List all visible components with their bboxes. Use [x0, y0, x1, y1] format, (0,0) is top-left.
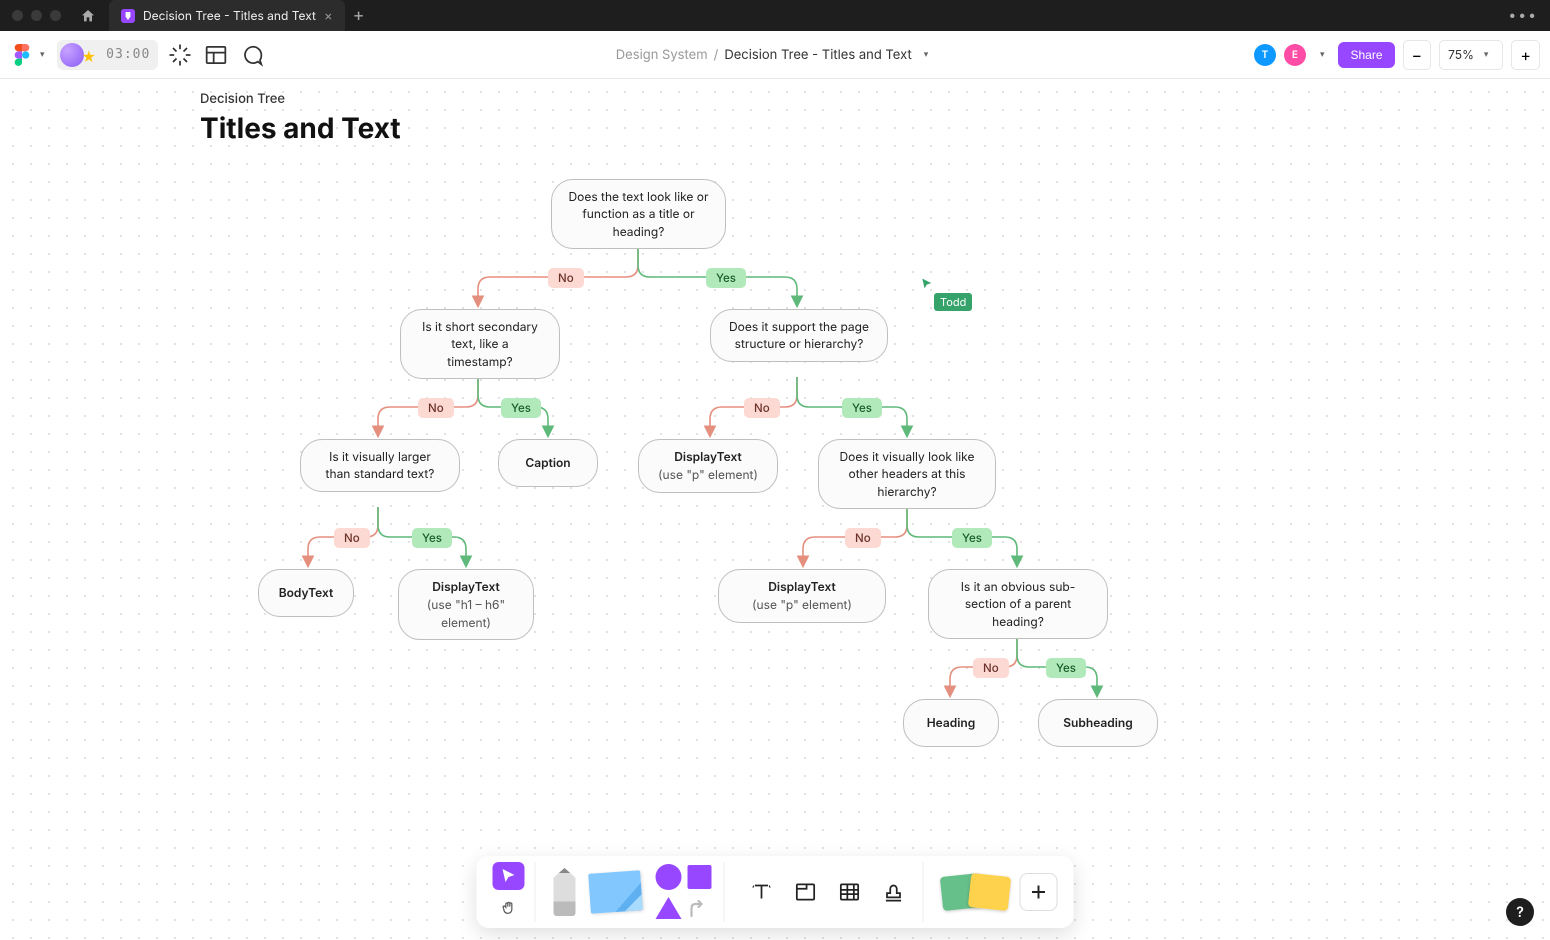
edge-label-yes: Yes [1046, 658, 1086, 678]
edge-label-yes: Yes [501, 398, 541, 418]
hand-tool-icon[interactable] [493, 894, 525, 922]
node-subheading[interactable]: Subheading [1038, 699, 1158, 747]
close-icon[interactable]: × [324, 8, 333, 24]
connector-tool-icon[interactable] [688, 896, 712, 920]
collaborator-cursor: Todd [920, 277, 972, 311]
edge-label-yes: Yes [842, 398, 882, 418]
section-tool-icon[interactable] [787, 873, 825, 911]
app-toolbar: ▾ ★ 03:00 Design System / Decision Tree … [0, 31, 1550, 79]
node-heading[interactable]: Heading [903, 699, 999, 747]
home-icon[interactable] [73, 8, 103, 24]
timer-avatar-icon [60, 43, 84, 67]
window-titlebar: Decision Tree - Titles and Text × + ••• [0, 0, 1550, 31]
page-eyebrow: Decision Tree [200, 91, 401, 107]
figjam-file-icon [121, 9, 135, 23]
breadcrumb: Design System / Decision Tree - Titles a… [616, 47, 934, 63]
node-secondary[interactable]: Is it short secondary text, like a times… [400, 309, 560, 379]
node-larger[interactable]: Is it visually larger than standard text… [300, 439, 460, 492]
tab-label: Decision Tree - Titles and Text [143, 8, 316, 23]
sticky-note-tool-icon[interactable] [588, 870, 643, 914]
traffic-lights [0, 10, 73, 21]
node-looklike[interactable]: Does it visually look like other headers… [818, 439, 996, 509]
breadcrumb-current[interactable]: Decision Tree - Titles and Text [724, 47, 911, 63]
edge-label-yes: Yes [706, 268, 746, 288]
node-caption[interactable]: Caption [498, 439, 598, 487]
zoom-in-button[interactable]: + [1511, 40, 1540, 70]
share-button[interactable]: Share [1338, 42, 1394, 68]
timer-value: 03:00 [106, 47, 150, 62]
edge-label-no: No [548, 268, 584, 288]
template-thumb-icon[interactable] [968, 873, 1011, 911]
pencil-tool-icon[interactable] [554, 868, 576, 916]
node-root[interactable]: Does the text look like or function as a… [551, 179, 726, 249]
triangle-shape-icon[interactable] [656, 897, 682, 919]
node-bodytext[interactable]: BodyText [258, 569, 354, 617]
edge-label-yes: Yes [412, 528, 452, 548]
chevron-down-icon[interactable]: ▾ [918, 49, 935, 60]
node-display-p[interactable]: DisplayText (use "p" element) [638, 439, 778, 493]
sparkle-icon[interactable] [166, 41, 194, 69]
node-display-h[interactable]: DisplayText (use "h1 – h6" element) [398, 569, 534, 640]
chevron-down-icon[interactable]: ▾ [34, 49, 51, 60]
rectangle-shape-icon[interactable] [688, 865, 712, 889]
timer-widget[interactable]: ★ 03:00 [57, 40, 159, 70]
edge-label-no: No [418, 398, 454, 418]
help-button[interactable]: ? [1506, 898, 1534, 926]
ellipse-shape-icon[interactable] [656, 864, 682, 890]
page-title: Titles and Text [200, 111, 401, 145]
move-tool-icon[interactable] [493, 862, 525, 890]
table-tool-icon[interactable] [831, 873, 869, 911]
add-template-icon[interactable] [1020, 873, 1058, 911]
window-menu-icon[interactable]: ••• [1508, 7, 1550, 24]
floating-toolbar [477, 856, 1074, 928]
collaborator-label: Todd [934, 293, 972, 311]
new-tab-button[interactable]: + [345, 5, 373, 26]
zoom-level[interactable]: 75% ▾ [1439, 40, 1503, 70]
avatar[interactable]: E [1284, 44, 1306, 66]
node-subsection[interactable]: Is it an obvious sub-section of a parent… [928, 569, 1108, 639]
star-icon: ★ [82, 49, 97, 66]
file-tab[interactable]: Decision Tree - Titles and Text × [109, 0, 345, 31]
edge-label-no: No [973, 658, 1009, 678]
edge-label-no: No [334, 528, 370, 548]
node-support[interactable]: Does it support the page structure or hi… [710, 309, 888, 362]
figma-menu-icon[interactable] [10, 44, 34, 66]
edge-label-no: No [744, 398, 780, 418]
edge-label-yes: Yes [952, 528, 992, 548]
chevron-down-icon: ▾ [1478, 49, 1495, 60]
breadcrumb-parent[interactable]: Design System [616, 47, 708, 63]
zoom-out-button[interactable]: − [1403, 40, 1432, 70]
stamp-tool-icon[interactable] [875, 873, 913, 911]
chevron-down-icon[interactable]: ▾ [1314, 49, 1331, 60]
edge-label-no: No [845, 528, 881, 548]
layout-icon[interactable] [202, 41, 230, 69]
comment-icon[interactable] [238, 41, 266, 69]
avatar[interactable]: T [1254, 44, 1276, 66]
node-display-p2[interactable]: DisplayText (use "p" element) [718, 569, 886, 623]
canvas[interactable]: Decision Tree Titles and Text Does the t… [0, 79, 1550, 940]
text-tool-icon[interactable] [743, 873, 781, 911]
page-header: Decision Tree Titles and Text [200, 91, 401, 145]
